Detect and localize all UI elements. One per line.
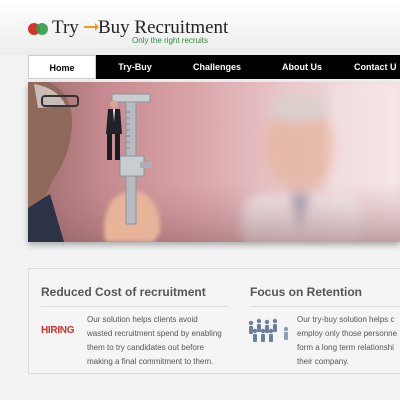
- hero-banner: [28, 82, 400, 242]
- feature-title-retention: Focus on Retention: [250, 285, 362, 299]
- nav-item-about-us[interactable]: About Us: [262, 55, 342, 79]
- hiring-icon: HIRING: [41, 325, 75, 336]
- hero-banner-image: [28, 82, 400, 242]
- tagline: Only the right recruits: [132, 36, 209, 45]
- main-nav: Home Try-Buy Challenges About Us Contact…: [28, 55, 400, 79]
- feature-text-cost: Our solution helps clients avoid wasted …: [87, 315, 222, 366]
- feature-title-cost: Reduced Cost of recruitment: [41, 285, 206, 299]
- nav-item-contact-us[interactable]: Contact U: [344, 55, 400, 79]
- logo-text-try: Try: [52, 17, 79, 38]
- nav-item-home[interactable]: Home: [28, 55, 96, 79]
- feature-text-retention: Our try-buy solution helps c employ only…: [297, 315, 398, 366]
- feature-divider: [41, 306, 229, 307]
- features-panel: Reduced Cost of recruitment HIRING Our s…: [28, 268, 400, 374]
- logo-dots-icon: [28, 23, 50, 35]
- logo-arrow-icon: [84, 23, 99, 31]
- nav-item-try-buy[interactable]: Try-Buy: [98, 55, 172, 79]
- nav-item-challenges[interactable]: Challenges: [174, 55, 260, 79]
- team-people-icon: [248, 318, 289, 342]
- site-header: Try Buy Recruitment Only the right recru…: [0, 0, 400, 55]
- feature-divider: [250, 306, 400, 307]
